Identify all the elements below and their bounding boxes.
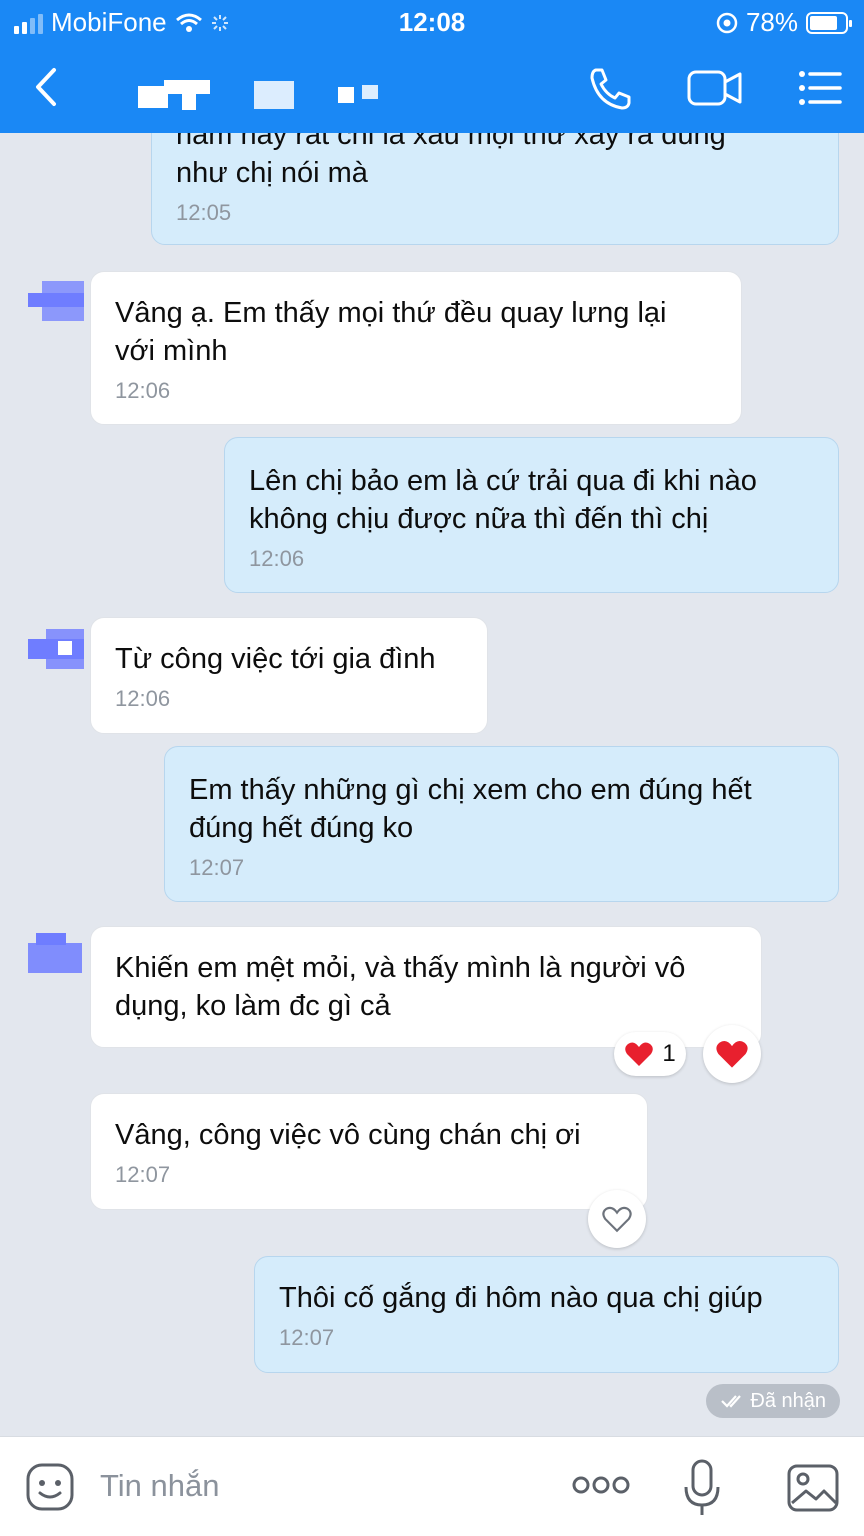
- emoji-icon[interactable]: [24, 1461, 76, 1513]
- message-incoming[interactable]: Từ công việc tới gia đình 12:06: [90, 617, 488, 734]
- message-time: 12:07: [189, 855, 245, 880]
- status-bar: MobiFone 12:08 78%: [0, 0, 864, 44]
- chevron-left-icon[interactable]: [26, 62, 66, 112]
- message-incoming[interactable]: Vâng ạ. Em thấy mọi thứ đều quay lưng lạ…: [90, 271, 742, 425]
- pixel-block: [254, 81, 294, 109]
- message-text: Thôi cố gắng đi hôm nào qua chị giúp: [279, 1282, 763, 1314]
- contact-name-pixelated[interactable]: [138, 80, 380, 110]
- message-outgoing[interactable]: năm nay rất chi là xấu mọi thứ xảy ra đú…: [151, 133, 839, 245]
- heart-icon: [625, 1042, 654, 1066]
- message-time: 12:06: [115, 686, 171, 711]
- reaction-count: 1: [662, 1040, 676, 1067]
- message-time: 12:06: [115, 378, 171, 403]
- delivery-status-text: Đã nhận: [750, 1389, 826, 1412]
- message-text: năm nay rất chi là xấu mọi thứ xảy ra đú…: [176, 133, 726, 189]
- avatar[interactable]: [28, 933, 84, 973]
- message-outgoing[interactable]: Em thấy những gì chị xem cho em đúng hết…: [164, 746, 839, 902]
- avatar[interactable]: [28, 629, 84, 669]
- avatar[interactable]: [28, 281, 84, 321]
- pixel-block: [338, 85, 380, 105]
- message-incoming[interactable]: Khiến em mệt mỏi, và thấy mình là người …: [90, 926, 762, 1048]
- message-input[interactable]: Tin nhắn: [100, 1468, 220, 1504]
- message-text: Lên chị bảo em là cứ trải qua đi khi nào…: [249, 465, 757, 535]
- chat-header: [0, 44, 864, 133]
- message-outgoing[interactable]: Thôi cố gắng đi hôm nào qua chị giúp 12:…: [254, 1256, 839, 1373]
- double-check-icon: [721, 1395, 742, 1408]
- heart-icon: [716, 1041, 748, 1068]
- battery-percent: 78%: [745, 7, 798, 37]
- chat-area[interactable]: năm nay rất chi là xấu mọi thứ xảy ra đú…: [0, 133, 864, 1436]
- status-right: 78%: [716, 7, 852, 38]
- phone-icon[interactable]: [584, 64, 636, 112]
- message-incoming[interactable]: Vâng, công việc vô cùng chán chị ơi 12:0…: [90, 1093, 648, 1210]
- message-time: 12:06: [249, 546, 305, 571]
- reaction-summary[interactable]: 1: [614, 1032, 686, 1076]
- rotation-lock-icon: [716, 12, 738, 33]
- message-text: Khiến em mệt mỏi, và thấy mình là người …: [115, 952, 686, 1022]
- microphone-icon[interactable]: [682, 1459, 722, 1517]
- pixel-block: [138, 80, 210, 110]
- message-text: Từ công việc tới gia đình: [115, 643, 436, 675]
- list-menu-icon[interactable]: [796, 64, 844, 112]
- message-time: 12:07: [115, 1162, 171, 1187]
- message-composer: Tin nhắn: [0, 1436, 864, 1536]
- react-button[interactable]: [703, 1025, 761, 1083]
- top-bar: MobiFone 12:08 78%: [0, 0, 864, 133]
- heart-outline-icon: [602, 1206, 632, 1233]
- video-camera-icon[interactable]: [686, 64, 744, 112]
- battery-icon: [806, 11, 852, 34]
- delivery-status-badge: Đã nhận: [706, 1384, 840, 1418]
- message-text: Vâng ạ. Em thấy mọi thứ đều quay lưng lạ…: [115, 297, 667, 367]
- message-text: Em thấy những gì chị xem cho em đúng hết…: [189, 774, 752, 844]
- image-icon[interactable]: [786, 1463, 840, 1513]
- message-time: 12:05: [176, 200, 232, 225]
- more-dots-icon[interactable]: [572, 1473, 630, 1497]
- message-outgoing[interactable]: Lên chị bảo em là cứ trải qua đi khi nào…: [224, 437, 839, 593]
- react-button[interactable]: [588, 1190, 646, 1248]
- message-time: 12:07: [279, 1325, 335, 1350]
- message-text: Vâng, công việc vô cùng chán chị ơi: [115, 1119, 581, 1151]
